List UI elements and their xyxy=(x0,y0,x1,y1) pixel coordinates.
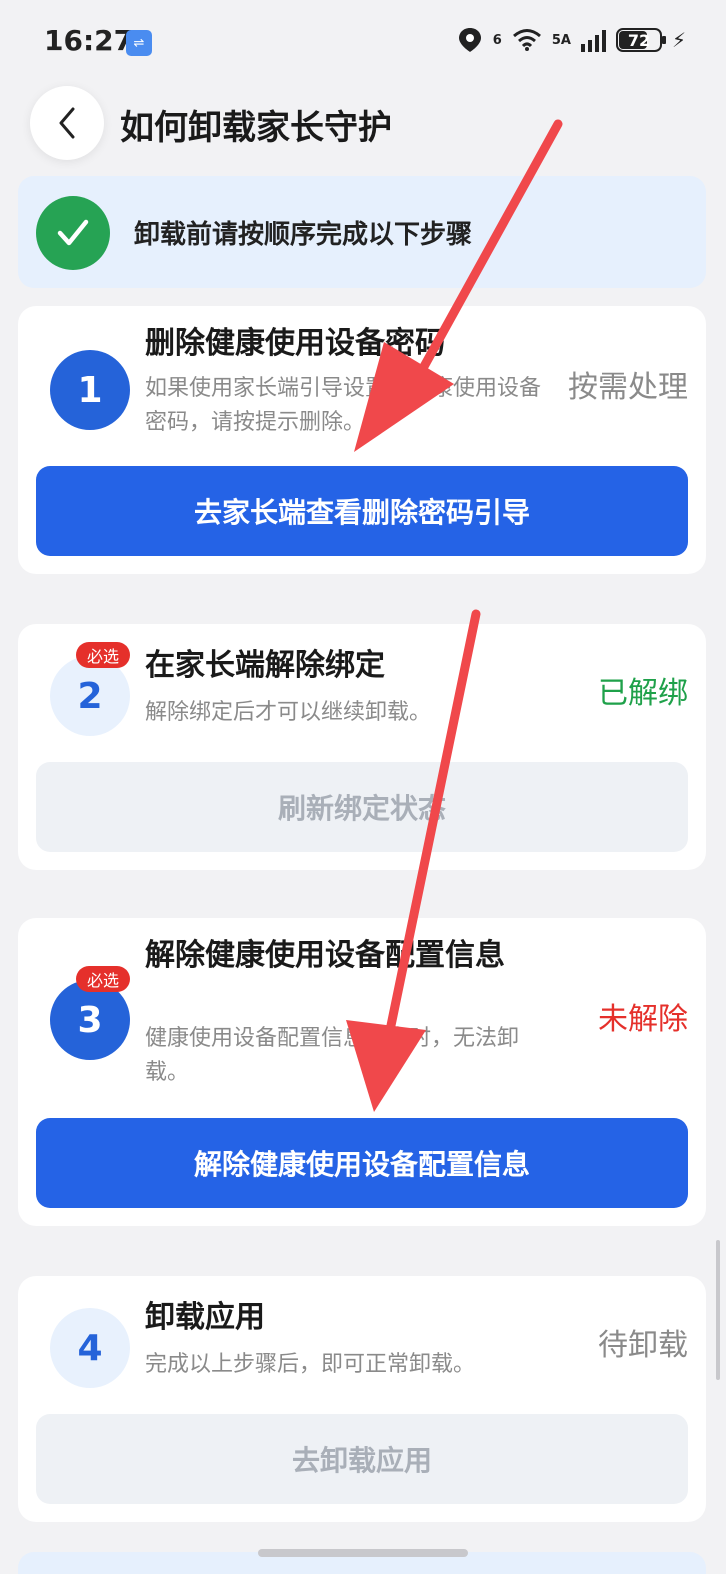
step-status-3: 未解除 xyxy=(598,1002,688,1037)
step-description-4: 完成以上步骤后，即可正常卸载。 xyxy=(145,1352,476,1377)
status-time: 16:27 xyxy=(44,24,134,57)
step-title-4: 卸载应用 xyxy=(145,1300,265,1335)
view-password-guide-button[interactable]: 去家长端查看删除密码引导 xyxy=(36,466,688,556)
step-description-1: 如果使用家长端引导设置了健康使用设备密码，请按提示删除。 xyxy=(145,376,542,435)
network-type-label: 6 xyxy=(492,32,502,48)
step-description-3: 健康使用设备配置信息开启时，无法卸载。 xyxy=(145,1026,520,1085)
scrollbar[interactable] xyxy=(716,1240,720,1380)
step-number-2: 2 xyxy=(50,656,130,736)
page-title: 如何卸载家长守护 xyxy=(120,108,392,148)
banner-text: 卸载前请按顺序完成以下步骤 xyxy=(134,220,473,250)
instruction-banner: 卸载前请按顺序完成以下步骤 xyxy=(18,176,706,288)
status-icons: 6 5A 72 ⚡ xyxy=(457,26,686,54)
step-title-3: 解除健康使用设备配置信息 xyxy=(145,938,505,973)
chevron-left-icon xyxy=(59,107,75,139)
charging-icon: ⚡ xyxy=(671,28,686,52)
wifi-icon xyxy=(512,29,541,51)
step-card-2: 2 必选 在家长端解除绑定 解除绑定后才可以继续卸载。 已解绑 刷新绑定状态 xyxy=(18,624,706,870)
battery-icon: 72 xyxy=(615,28,666,52)
signal-type-label: 5A xyxy=(551,32,571,48)
check-icon xyxy=(36,196,110,270)
status-bar: 16:27 ⇌ 6 5A 72 ⚡ xyxy=(0,0,726,84)
signal-icon xyxy=(580,28,606,52)
location-hd-icon xyxy=(458,28,481,52)
required-badge: 必选 xyxy=(76,642,130,668)
step-title-2: 在家长端解除绑定 xyxy=(145,648,385,683)
step-card-4: 4 卸载应用 完成以上步骤后，即可正常卸载。 待卸载 去卸载应用 xyxy=(18,1276,706,1522)
step-title-1: 删除健康使用设备密码 xyxy=(145,326,445,361)
step-status-1: 按需处理 xyxy=(568,370,688,405)
step-number-1: 1 xyxy=(50,350,130,430)
back-button[interactable] xyxy=(30,86,104,160)
step-card-3: 3 必选 解除健康使用设备配置信息 健康使用设备配置信息开启时，无法卸载。 未解… xyxy=(18,918,706,1226)
step-card-1: 1 删除健康使用设备密码 如果使用家长端引导设置了健康使用设备密码，请按提示删除… xyxy=(18,306,706,574)
battery-percent: 72 xyxy=(627,30,651,50)
step-status-4: 待卸载 xyxy=(598,1328,688,1363)
uninstall-app-button[interactable]: 去卸载应用 xyxy=(36,1414,688,1504)
step-number-4: 4 xyxy=(50,1308,130,1388)
step-description-2: 解除绑定后才可以继续卸载。 xyxy=(145,700,432,725)
home-indicator[interactable] xyxy=(258,1549,468,1557)
remove-config-button[interactable]: 解除健康使用设备配置信息 xyxy=(36,1118,688,1208)
step-number-3: 3 xyxy=(50,980,130,1060)
usb-icon: ⇌ xyxy=(126,30,152,56)
step-status-2: 已解绑 xyxy=(598,676,688,711)
required-badge: 必选 xyxy=(76,966,130,992)
refresh-binding-button[interactable]: 刷新绑定状态 xyxy=(36,762,688,852)
